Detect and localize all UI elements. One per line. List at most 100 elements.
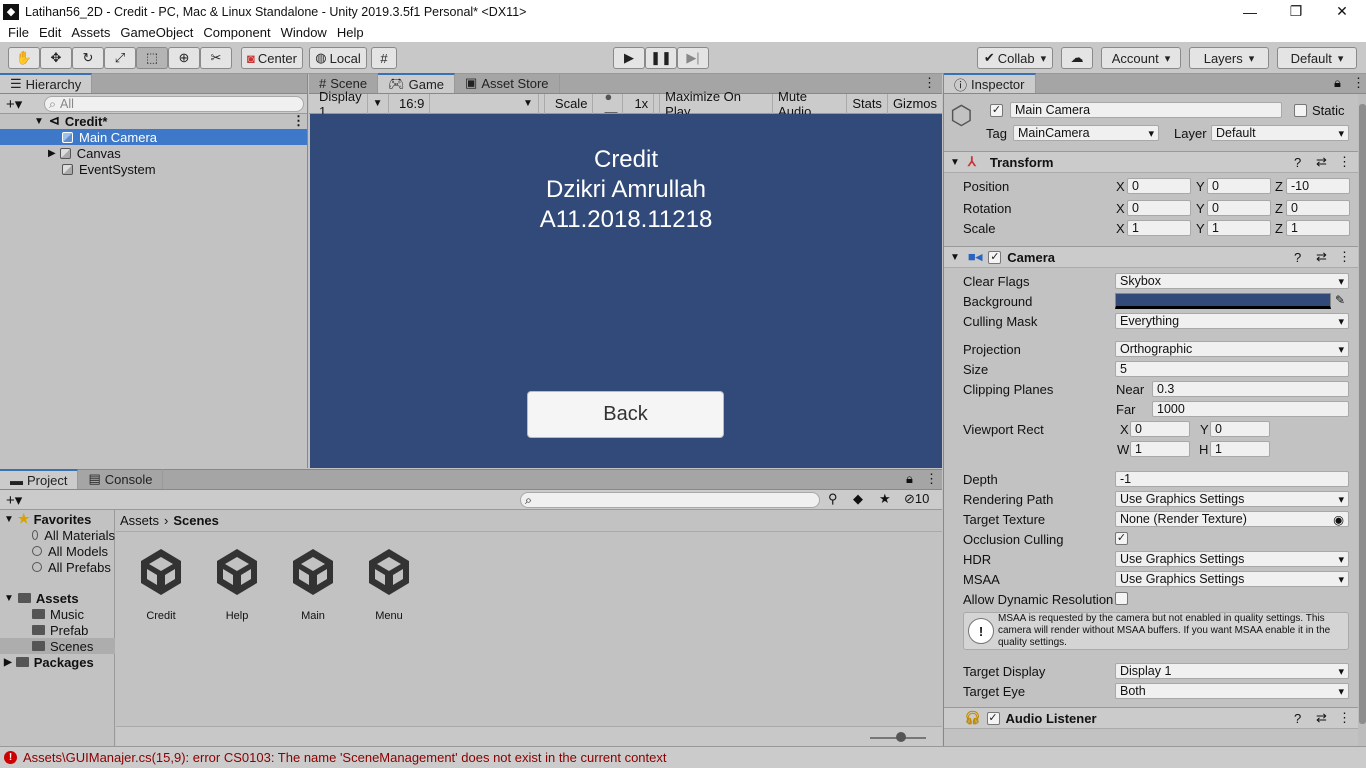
menu-assets[interactable]: Assets	[71, 25, 110, 40]
static-checkbox[interactable]	[1294, 104, 1307, 117]
scale-tool-icon[interactable]: ⤢	[104, 47, 136, 69]
transform-tool-icon[interactable]: ⊕	[168, 47, 200, 69]
assets-folder[interactable]: ▼ Assets	[0, 590, 115, 606]
projection-dropdown[interactable]: Orthographic	[1115, 341, 1349, 357]
eyedropper-icon[interactable]: ✎	[1335, 293, 1345, 307]
slider-handle-icon[interactable]	[896, 732, 906, 742]
menu-help[interactable]: Help	[337, 25, 364, 40]
grid-snap-icon[interactable]: #	[371, 47, 397, 69]
rotate-tool-icon[interactable]: ↻	[72, 47, 104, 69]
audio-listener-component-header[interactable]: 🎧︎ ✓ Audio Listener ? ⇄ ⋮	[944, 707, 1358, 729]
back-button[interactable]: Back	[527, 391, 724, 438]
lock-icon[interactable]: 🔒︎	[1334, 75, 1341, 91]
aspect-dropdown[interactable]: 16:9 ▼	[389, 93, 545, 114]
viewport-x-field[interactable]: 0	[1130, 421, 1190, 437]
rendering-path-dropdown[interactable]: Use Graphics Settings	[1115, 491, 1349, 507]
viewport-h-field[interactable]: 1	[1210, 441, 1270, 457]
account-dropdown[interactable]: Account	[1101, 47, 1181, 69]
mute-audio-toggle[interactable]: Mute Audio	[773, 89, 848, 119]
rect-tool-icon[interactable]: ⬚	[136, 47, 168, 69]
target-eye-dropdown[interactable]: Both	[1115, 683, 1349, 699]
object-picker-icon[interactable]: ◉	[1333, 512, 1344, 527]
preset-icon[interactable]: ⇄	[1316, 249, 1327, 265]
inspector-scrollbar[interactable]	[1358, 94, 1366, 746]
scrollbar-thumb[interactable]	[1359, 104, 1366, 724]
cloud-icon[interactable]: ☁	[1061, 47, 1093, 69]
breadcrumb-scenes[interactable]: Scenes	[173, 513, 219, 528]
scene-row-credit[interactable]: ▼ ⊲ Credit* ⋮	[0, 113, 307, 129]
favorite-all-materials[interactable]: All Materials	[0, 527, 115, 543]
folder-prefab[interactable]: Prefab	[0, 622, 115, 638]
dynamic-resolution-checkbox[interactable]	[1115, 592, 1128, 605]
layers-dropdown[interactable]: Layers	[1189, 47, 1269, 69]
menu-component[interactable]: Component	[203, 25, 270, 40]
rotation-z-field[interactable]: 0	[1286, 200, 1350, 216]
move-tool-icon[interactable]: ✥	[40, 47, 72, 69]
gizmos-toggle[interactable]: Gizmos	[888, 94, 942, 114]
view-menu-icon[interactable]: ⋮	[923, 75, 936, 91]
scene-asset-help[interactable]: Help	[207, 545, 267, 622]
audio-listener-checkbox[interactable]: ✓	[986, 711, 1000, 725]
create-plus-icon[interactable]: +▾	[6, 491, 22, 509]
stats-toggle[interactable]: Stats	[847, 93, 888, 114]
create-plus-icon[interactable]: +▾	[6, 95, 22, 113]
minimize-button[interactable]: —	[1227, 0, 1273, 23]
target-display-dropdown[interactable]: Display 1	[1115, 663, 1349, 679]
scale-x-field[interactable]: 1	[1127, 220, 1191, 236]
transform-component-header[interactable]: ▼ ⅄ Transform ? ⇄ ⋮	[944, 151, 1358, 173]
help-icon[interactable]: ?	[1294, 250, 1301, 265]
maximize-on-play-toggle[interactable]: Maximize On Play	[660, 89, 774, 119]
scene-asset-credit[interactable]: Credit	[131, 545, 191, 622]
preset-icon[interactable]: ⇄	[1316, 710, 1327, 726]
component-menu-icon[interactable]: ⋮	[1338, 710, 1351, 726]
maximize-button[interactable]: ❐	[1273, 0, 1319, 23]
camera-enabled-checkbox[interactable]: ✓	[988, 250, 1002, 264]
filter-label-icon[interactable]: ◆	[853, 491, 863, 507]
tag-dropdown[interactable]: MainCamera	[1013, 125, 1159, 141]
occlusion-checkbox[interactable]: ✓	[1115, 532, 1128, 545]
size-field[interactable]: 5	[1115, 361, 1349, 377]
folder-scenes[interactable]: Scenes	[0, 638, 115, 654]
packages-folder[interactable]: ▶ Packages	[0, 654, 115, 670]
depth-field[interactable]: -1	[1115, 471, 1349, 487]
menu-file[interactable]: File	[8, 25, 29, 40]
project-search-input[interactable]: ⌕	[520, 492, 820, 508]
tab-console[interactable]: ▤ Console	[78, 469, 164, 489]
filter-type-icon[interactable]: ⚲	[828, 491, 838, 507]
component-menu-icon[interactable]: ⋮	[1338, 154, 1351, 170]
scene-menu-icon[interactable]: ⋮	[292, 113, 305, 129]
tab-asset-store[interactable]: ▣ Asset Store	[455, 73, 560, 93]
object-name-field[interactable]: Main Camera	[1010, 102, 1282, 118]
near-field[interactable]: 0.3	[1152, 381, 1349, 397]
target-texture-field[interactable]: None (Render Texture) ◉	[1115, 511, 1349, 527]
error-message[interactable]: Assets\GUIManajer.cs(15,9): error CS0103…	[23, 750, 667, 765]
active-checkbox[interactable]: ✓	[990, 104, 1003, 117]
play-button[interactable]: ▶	[613, 47, 645, 69]
layout-dropdown[interactable]: Default	[1277, 47, 1357, 69]
scale-slider[interactable]: Scale ●— 1x	[545, 89, 661, 119]
viewport-y-field[interactable]: 0	[1210, 421, 1270, 437]
status-bar[interactable]: ! Assets\GUIManajer.cs(15,9): error CS01…	[0, 746, 1366, 768]
layer-dropdown[interactable]: Default	[1211, 125, 1349, 141]
tab-inspector[interactable]: ⓘ Inspector	[944, 73, 1036, 93]
scale-z-field[interactable]: 1	[1286, 220, 1350, 236]
custom-tool-icon[interactable]: ✂	[200, 47, 232, 69]
breadcrumb-assets[interactable]: Assets	[120, 513, 159, 528]
background-color-swatch[interactable]	[1115, 293, 1331, 309]
help-icon[interactable]: ?	[1294, 155, 1301, 170]
pivot-local-button[interactable]: ◍ Local	[309, 47, 367, 69]
scene-asset-main[interactable]: Main	[283, 545, 343, 622]
preset-icon[interactable]: ⇄	[1316, 154, 1327, 170]
tab-hierarchy[interactable]: ☰ Hierarchy	[0, 73, 93, 93]
lock-icon[interactable]: 🔒︎	[906, 471, 913, 487]
menu-gameobject[interactable]: GameObject	[120, 25, 193, 40]
clear-flags-dropdown[interactable]: Skybox	[1115, 273, 1349, 289]
folder-music[interactable]: Music	[0, 606, 115, 622]
viewport-w-field[interactable]: 1	[1130, 441, 1190, 457]
culling-mask-dropdown[interactable]: Everything	[1115, 313, 1349, 329]
rotation-y-field[interactable]: 0	[1207, 200, 1271, 216]
favorite-all-prefabs[interactable]: All Prefabs	[0, 559, 115, 575]
pause-button[interactable]: ❚❚	[645, 47, 677, 69]
step-button[interactable]: ▶|	[677, 47, 709, 69]
msaa-dropdown[interactable]: Use Graphics Settings	[1115, 571, 1349, 587]
